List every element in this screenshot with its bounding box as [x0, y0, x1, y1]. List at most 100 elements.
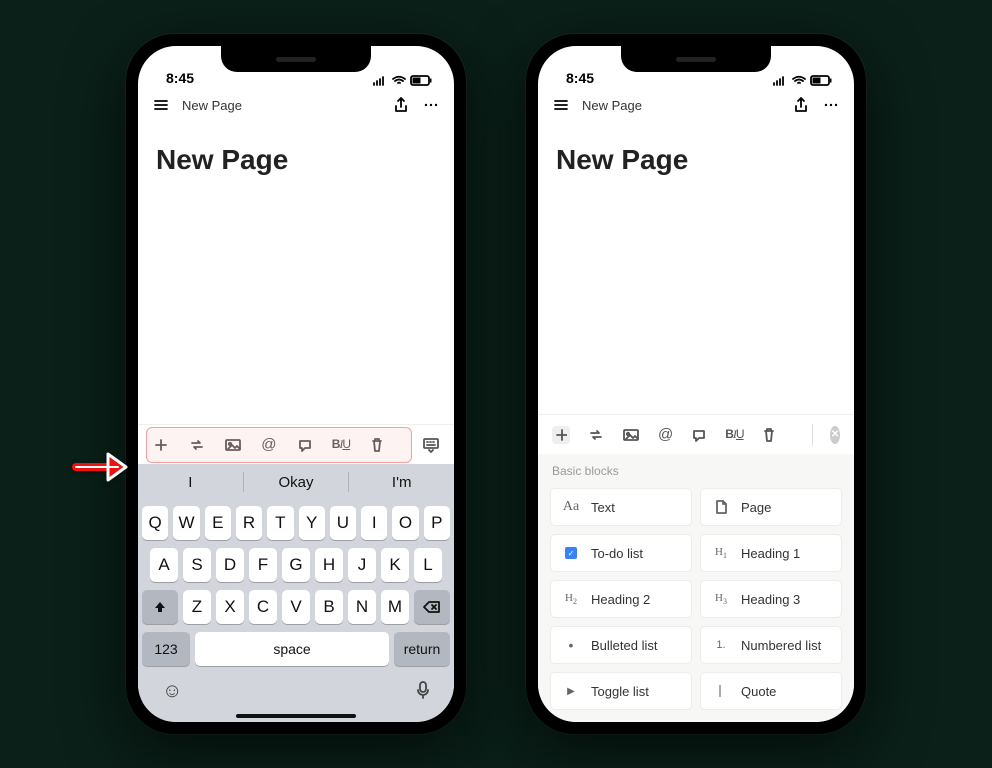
key-k[interactable]: K [381, 548, 409, 582]
block-option-numbered-list[interactable]: 1.Numbered list [700, 626, 842, 664]
hamburger-icon[interactable] [152, 96, 170, 114]
key-u[interactable]: U [330, 506, 356, 540]
page-content[interactable]: New Page [138, 122, 454, 424]
page-title[interactable]: New Page [556, 144, 836, 176]
delete-button[interactable] [762, 426, 776, 444]
block-option-bulleted-list[interactable]: •Bulleted list [550, 626, 692, 664]
status-time: 8:45 [166, 70, 194, 86]
share-icon[interactable] [392, 96, 410, 114]
key-p[interactable]: P [424, 506, 450, 540]
block-option-to-do-list[interactable]: ✓To-do list [550, 534, 692, 572]
editor-toolbar: @ BIU [138, 424, 454, 464]
key-o[interactable]: O [392, 506, 418, 540]
status-indicators [372, 75, 432, 86]
picker-section-header: Basic blocks [550, 464, 842, 478]
block-label: Page [741, 500, 771, 515]
block-label: Quote [741, 684, 776, 699]
hamburger-icon[interactable] [552, 96, 570, 114]
key-n[interactable]: N [348, 590, 376, 624]
block-option-heading-3[interactable]: H3Heading 3 [700, 580, 842, 618]
key-r[interactable]: R [236, 506, 262, 540]
shift-key[interactable] [142, 590, 178, 624]
key-f[interactable]: F [249, 548, 277, 582]
block-option-quote[interactable]: Quote [700, 672, 842, 710]
text-style-button[interactable]: BIU [332, 437, 350, 452]
comment-button[interactable] [296, 436, 314, 454]
image-button[interactable] [224, 436, 242, 454]
block-option-toggle-list[interactable]: ▶ Toggle list [550, 672, 692, 710]
add-block-button[interactable] [552, 426, 570, 444]
block-label: Bulleted list [591, 638, 657, 653]
space-key[interactable]: space [195, 632, 389, 666]
backspace-key[interactable] [414, 590, 450, 624]
suggestion-1[interactable]: I [138, 474, 243, 491]
key-g[interactable]: G [282, 548, 310, 582]
share-icon[interactable] [792, 96, 810, 114]
block-option-page[interactable]: Page [700, 488, 842, 526]
ios-keyboard: QWERTYUIOP ASDFGHJKL ZXCVBNM 123 space r… [138, 500, 454, 722]
phone-notch [621, 46, 771, 72]
delete-button[interactable] [368, 436, 386, 454]
convert-block-button[interactable] [188, 436, 206, 454]
numbers-key[interactable]: 123 [142, 632, 190, 666]
home-indicator [236, 714, 356, 718]
signal-icon [372, 76, 388, 86]
keyboard-suggestions: I Okay I'm [138, 464, 454, 500]
block-icon: H2 [561, 592, 581, 606]
image-button[interactable] [622, 426, 640, 444]
suggestion-2[interactable]: Okay [244, 474, 349, 491]
key-d[interactable]: D [216, 548, 244, 582]
key-h[interactable]: H [315, 548, 343, 582]
key-b[interactable]: B [315, 590, 343, 624]
close-picker-button[interactable]: ✕ [830, 426, 840, 444]
page-title[interactable]: New Page [156, 144, 436, 176]
editor-toolbar: @ BIU ✕ [538, 414, 854, 454]
text-style-button[interactable]: BIU [725, 427, 743, 442]
block-icon: H1 [711, 546, 731, 560]
block-picker: Basic blocks AaText Page ✓To-do list H1 Head… [538, 454, 854, 722]
phone-mock-right: 8:45 New Page New Page @ BIU [526, 34, 866, 734]
key-s[interactable]: S [183, 548, 211, 582]
block-option-heading-2[interactable]: H2 Heading 2 [550, 580, 692, 618]
block-option-heading-1[interactable]: H1 Heading 1 [700, 534, 842, 572]
more-icon[interactable] [422, 96, 440, 114]
block-icon [711, 685, 731, 697]
callout-arrow-icon [72, 448, 130, 486]
key-w[interactable]: W [173, 506, 199, 540]
header-breadcrumb[interactable]: New Page [182, 98, 380, 113]
mention-button[interactable]: @ [260, 436, 278, 454]
return-key[interactable]: return [394, 632, 450, 666]
key-l[interactable]: L [414, 548, 442, 582]
mention-button[interactable]: @ [658, 426, 673, 444]
block-label: Numbered list [741, 638, 821, 653]
key-j[interactable]: J [348, 548, 376, 582]
key-c[interactable]: C [249, 590, 277, 624]
key-q[interactable]: Q [142, 506, 168, 540]
block-icon: Aa [561, 499, 581, 515]
block-option-text[interactable]: AaText [550, 488, 692, 526]
convert-block-button[interactable] [588, 426, 604, 444]
block-label: Toggle list [591, 684, 649, 699]
key-m[interactable]: M [381, 590, 409, 624]
key-y[interactable]: Y [299, 506, 325, 540]
key-a[interactable]: A [150, 548, 178, 582]
emoji-key[interactable]: ☺ [162, 680, 182, 706]
key-i[interactable]: I [361, 506, 387, 540]
key-x[interactable]: X [216, 590, 244, 624]
key-v[interactable]: V [282, 590, 310, 624]
key-z[interactable]: Z [183, 590, 211, 624]
hide-keyboard-button[interactable] [422, 436, 440, 454]
block-label: Heading 2 [591, 592, 650, 607]
add-block-button[interactable] [152, 436, 170, 454]
header-breadcrumb[interactable]: New Page [582, 98, 780, 113]
key-t[interactable]: T [267, 506, 293, 540]
comment-button[interactable] [691, 426, 707, 444]
suggestion-3[interactable]: I'm [349, 474, 454, 491]
battery-icon [810, 75, 832, 86]
more-icon[interactable] [822, 96, 840, 114]
block-label: Heading 1 [741, 546, 800, 561]
page-content[interactable]: New Page [538, 122, 854, 414]
block-icon: ▶ [561, 686, 581, 697]
key-e[interactable]: E [205, 506, 231, 540]
dictation-key[interactable] [416, 680, 430, 706]
